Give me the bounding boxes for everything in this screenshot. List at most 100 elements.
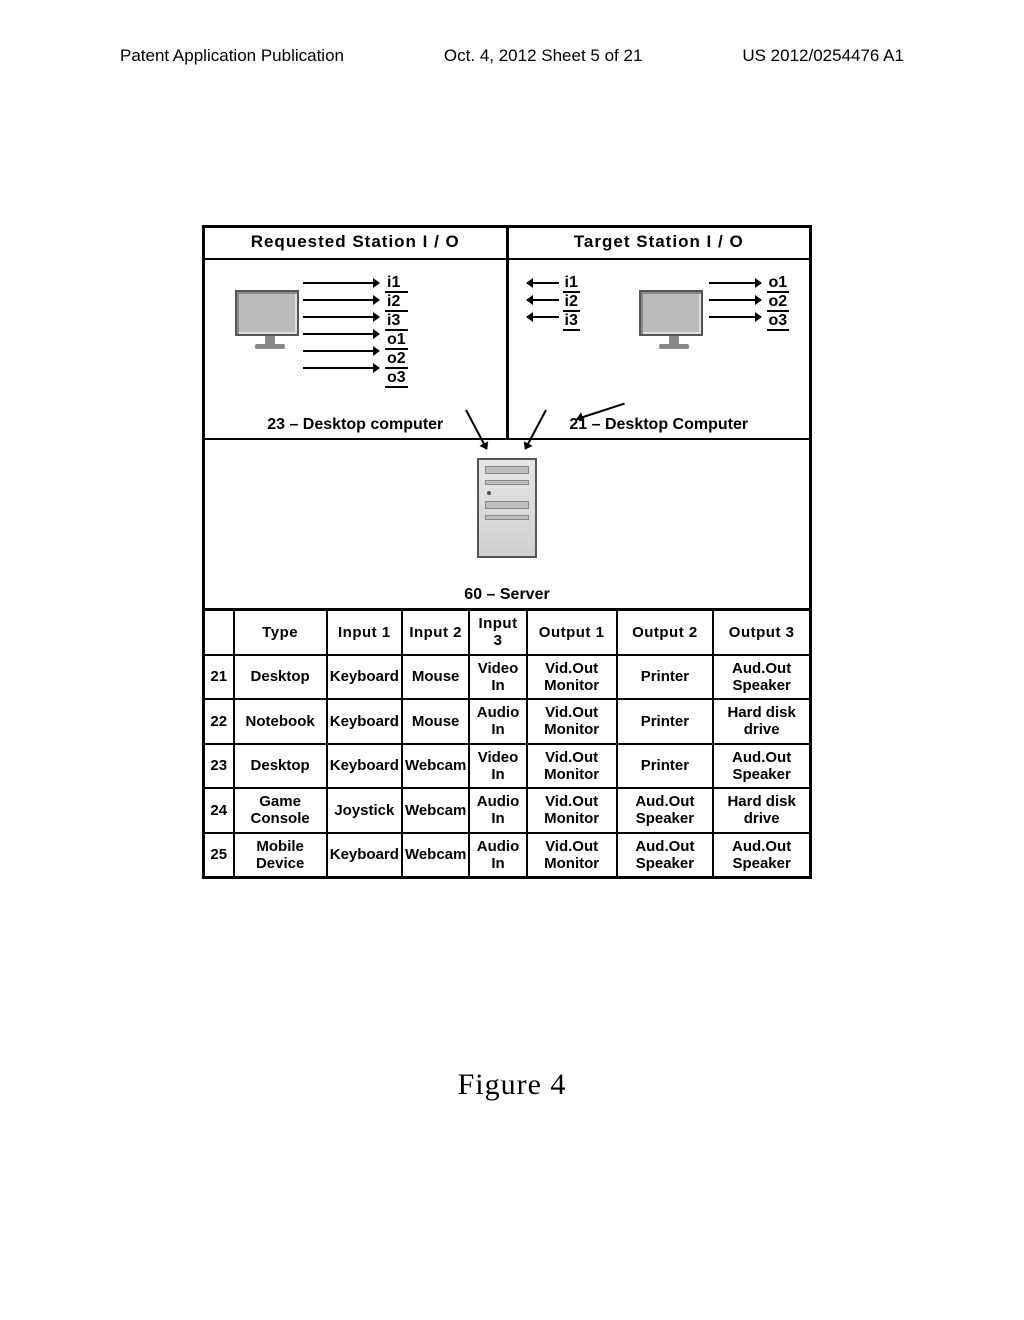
arrow-icon — [527, 299, 559, 301]
col-out1: Output 1 — [527, 610, 617, 655]
io-o2: o2 — [385, 350, 408, 369]
col-in3: Input 3 — [469, 610, 526, 655]
cell-in2: Webcam — [402, 744, 469, 789]
col-id — [204, 610, 234, 655]
cell-out3: Aud.Out Speaker — [713, 833, 810, 878]
target-out-list: o1 o2 o3 — [767, 274, 790, 331]
arrow-icon — [709, 299, 761, 301]
page-header: Patent Application Publication Oct. 4, 2… — [0, 46, 1024, 66]
arrow-icon — [303, 367, 379, 369]
cell-in3: Audio In — [469, 833, 526, 878]
monitor-icon — [639, 290, 709, 350]
cell-id: 24 — [204, 788, 234, 833]
cell-out2: Printer — [617, 699, 714, 744]
arrow-icon — [709, 316, 761, 318]
cell-out3: Hard disk drive — [713, 788, 810, 833]
io-i3: i3 — [563, 312, 580, 331]
server-icon — [477, 458, 537, 558]
cell-in2: Webcam — [402, 833, 469, 878]
cell-out1: Vid.Out Monitor — [527, 655, 617, 700]
arrow-icon — [303, 316, 379, 318]
table-row: 22 Notebook Keyboard Mouse Audio In Vid.… — [204, 699, 811, 744]
cell-in1: Keyboard — [327, 833, 402, 878]
cell-in2: Mouse — [402, 699, 469, 744]
cell-out1: Vid.Out Monitor — [527, 788, 617, 833]
cell-out2: Aud.Out Speaker — [617, 833, 714, 878]
cell-type: Desktop — [234, 744, 327, 789]
cell-out1: Vid.Out Monitor — [527, 699, 617, 744]
io-o2: o2 — [767, 293, 790, 312]
header-left: Patent Application Publication — [120, 46, 344, 66]
cell-in3: Video In — [469, 655, 526, 700]
target-title: Target Station I / O — [509, 228, 810, 260]
col-out2: Output 2 — [617, 610, 714, 655]
io-o1: o1 — [767, 274, 790, 293]
arrow-icon — [303, 350, 379, 352]
cell-out2: Aud.Out Speaker — [617, 788, 714, 833]
cell-id: 21 — [204, 655, 234, 700]
cell-in3: Audio In — [469, 788, 526, 833]
io-o3: o3 — [385, 369, 408, 388]
io-o3: o3 — [767, 312, 790, 331]
cell-in2: Webcam — [402, 788, 469, 833]
cell-type: Desktop — [234, 655, 327, 700]
server-caption: 60 – Server — [205, 586, 809, 604]
io-o1: o1 — [385, 331, 408, 350]
header-mid: Oct. 4, 2012 Sheet 5 of 21 — [444, 46, 642, 66]
server-block: 60 – Server — [202, 438, 812, 608]
figure-label: Figure 4 — [0, 1068, 1024, 1102]
arrow-icon — [303, 333, 379, 335]
requested-station: Requested Station I / O i1 i2 i3 o1 o2 o… — [205, 228, 509, 438]
arrow-icon — [709, 282, 761, 284]
table-row: 24 Game Console Joystick Webcam Audio In… — [204, 788, 811, 833]
arrow-icon — [527, 282, 559, 284]
cell-out2: Printer — [617, 655, 714, 700]
table-header-row: Type Input 1 Input 2 Input 3 Output 1 Ou… — [204, 610, 811, 655]
cell-type: Notebook — [234, 699, 327, 744]
cell-in1: Keyboard — [327, 699, 402, 744]
cell-type: Mobile Device — [234, 833, 327, 878]
cell-out2: Printer — [617, 744, 714, 789]
col-in1: Input 1 — [327, 610, 402, 655]
io-i1: i1 — [385, 274, 408, 293]
arrow-icon — [527, 316, 559, 318]
requested-title: Requested Station I / O — [205, 228, 506, 260]
target-caption: 21 – Desktop Computer — [509, 416, 810, 434]
cell-id: 22 — [204, 699, 234, 744]
cell-out1: Vid.Out Monitor — [527, 833, 617, 878]
col-in2: Input 2 — [402, 610, 469, 655]
table-row: 21 Desktop Keyboard Mouse Video In Vid.O… — [204, 655, 811, 700]
cell-in3: Audio In — [469, 699, 526, 744]
header-right: US 2012/0254476 A1 — [742, 46, 904, 66]
cell-id: 23 — [204, 744, 234, 789]
io-i3: i3 — [385, 312, 408, 331]
io-i2: i2 — [563, 293, 580, 312]
stations-row: Requested Station I / O i1 i2 i3 o1 o2 o… — [202, 225, 812, 438]
cell-in1: Keyboard — [327, 744, 402, 789]
cell-in3: Video In — [469, 744, 526, 789]
io-table: Type Input 1 Input 2 Input 3 Output 1 Ou… — [202, 608, 812, 879]
cell-out3: Aud.Out Speaker — [713, 655, 810, 700]
cell-in2: Mouse — [402, 655, 469, 700]
cell-type: Game Console — [234, 788, 327, 833]
cell-in1: Joystick — [327, 788, 402, 833]
target-station: Target Station I / O i1 i2 i3 o1 — [509, 228, 810, 438]
requested-io-list: i1 i2 i3 o1 o2 o3 — [385, 274, 408, 388]
table-row: 23 Desktop Keyboard Webcam Video In Vid.… — [204, 744, 811, 789]
io-i2: i2 — [385, 293, 408, 312]
cell-out3: Hard disk drive — [713, 699, 810, 744]
arrow-icon — [303, 282, 379, 284]
requested-caption: 23 – Desktop computer — [205, 416, 506, 434]
col-out3: Output 3 — [713, 610, 810, 655]
figure-4: Requested Station I / O i1 i2 i3 o1 o2 o… — [202, 225, 812, 879]
cell-out3: Aud.Out Speaker — [713, 744, 810, 789]
io-i1: i1 — [563, 274, 580, 293]
cell-id: 25 — [204, 833, 234, 878]
monitor-icon — [235, 290, 305, 350]
col-type: Type — [234, 610, 327, 655]
cell-in1: Keyboard — [327, 655, 402, 700]
table-row: 25 Mobile Device Keyboard Webcam Audio I… — [204, 833, 811, 878]
arrow-icon — [303, 299, 379, 301]
cell-out1: Vid.Out Monitor — [527, 744, 617, 789]
target-in-list: i1 i2 i3 — [563, 274, 580, 331]
